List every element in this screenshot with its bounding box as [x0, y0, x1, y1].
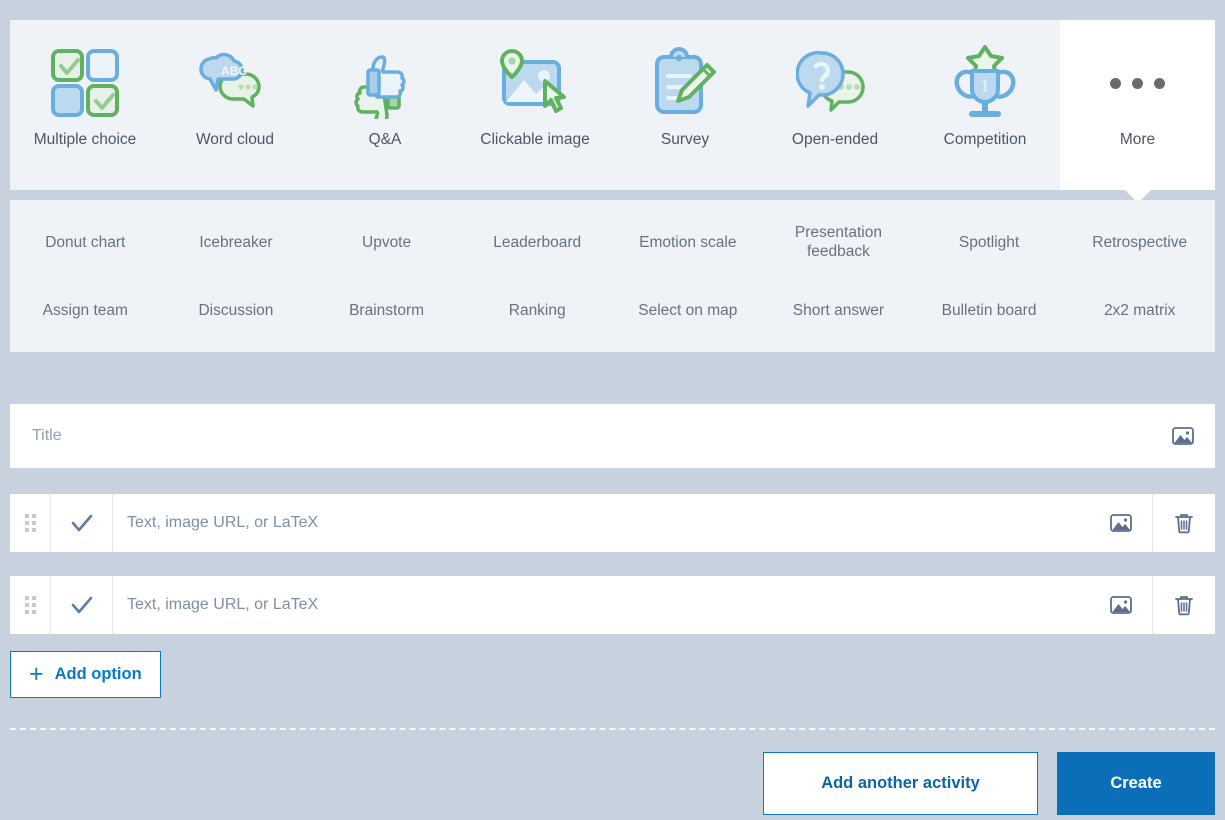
- activity-type-label: Clickable image: [480, 131, 590, 148]
- clickable-image-icon: [485, 42, 585, 124]
- option-delete-button[interactable]: [1152, 576, 1215, 634]
- svg-text:1: 1: [980, 76, 990, 97]
- activity-type-label: Q&A: [368, 131, 402, 148]
- footer-actions: Add another activity Create: [763, 752, 1215, 815]
- option-image-button[interactable]: [1089, 494, 1152, 552]
- more-item-emotion-scale[interactable]: Emotion scale: [613, 208, 764, 276]
- image-icon: [1172, 427, 1194, 445]
- more-item-bulletin-board[interactable]: Bulletin board: [914, 276, 1065, 344]
- more-item-presentation-feedback[interactable]: Presentation feedback: [763, 208, 914, 276]
- more-item-leaderboard[interactable]: Leaderboard: [462, 208, 613, 276]
- activity-type-word-cloud[interactable]: ABC Word cloud: [160, 20, 310, 190]
- activity-type-strip: Multiple choice ABC Word cloud Q&A Click…: [10, 20, 1215, 203]
- option-correct-toggle[interactable]: [51, 494, 113, 552]
- more-dots-icon: [1088, 42, 1188, 124]
- activity-type-more[interactable]: More: [1060, 20, 1215, 203]
- image-icon: [1109, 514, 1132, 532]
- add-option-label: Add option: [54, 665, 142, 683]
- more-item-discussion[interactable]: Discussion: [161, 276, 312, 344]
- more-item-brainstorm[interactable]: Brainstorm: [311, 276, 462, 344]
- activity-type-competition[interactable]: 1 Competition: [910, 20, 1060, 190]
- more-item-assign-team[interactable]: Assign team: [10, 276, 161, 344]
- add-another-activity-button[interactable]: Add another activity: [763, 752, 1038, 815]
- option-delete-button[interactable]: [1152, 494, 1215, 552]
- activity-type-label: Survey: [660, 131, 710, 148]
- qa-thumbs-icon: [335, 42, 435, 124]
- more-row-2: Assign team Discussion Brainstorm Rankin…: [10, 276, 1215, 344]
- check-icon: [71, 514, 92, 532]
- image-icon: [1109, 596, 1132, 614]
- activity-type-label: Open-ended: [791, 131, 879, 148]
- section-divider: [10, 728, 1215, 730]
- activity-type-qa[interactable]: Q&A: [310, 20, 460, 190]
- word-cloud-icon: ABC: [185, 42, 285, 124]
- more-activity-panel: Donut chart Icebreaker Upvote Leaderboar…: [10, 200, 1215, 352]
- drag-handle[interactable]: [10, 494, 51, 552]
- trash-icon: [1175, 514, 1193, 534]
- more-item-icebreaker[interactable]: Icebreaker: [161, 208, 312, 276]
- drag-handle[interactable]: [10, 576, 51, 634]
- activity-type-label: Competition: [943, 131, 1027, 148]
- drag-handle-icon: [24, 596, 36, 614]
- option-text-input[interactable]: [113, 494, 1089, 552]
- more-item-short-answer[interactable]: Short answer: [763, 276, 914, 344]
- more-item-upvote[interactable]: Upvote: [311, 208, 462, 276]
- activity-type-multiple-choice[interactable]: Multiple choice: [10, 20, 160, 190]
- more-item-2x2-matrix[interactable]: 2x2 matrix: [1064, 276, 1215, 344]
- title-row: [10, 404, 1215, 468]
- survey-clipboard-icon: [635, 42, 735, 124]
- more-item-select-on-map[interactable]: Select on map: [613, 276, 764, 344]
- activity-type-open-ended[interactable]: Open-ended: [760, 20, 910, 190]
- option-image-button[interactable]: [1089, 576, 1152, 634]
- more-row-1: Donut chart Icebreaker Upvote Leaderboar…: [10, 208, 1215, 276]
- option-row: [10, 576, 1215, 634]
- more-item-donut-chart[interactable]: Donut chart: [10, 208, 161, 276]
- plus-icon: +: [29, 660, 44, 688]
- activity-type-label: Multiple choice: [33, 131, 137, 148]
- activity-type-label: More: [1119, 131, 1156, 148]
- activity-type-survey[interactable]: Survey: [610, 20, 760, 190]
- competition-trophy-icon: 1: [935, 42, 1035, 124]
- multiple-choice-icon: [35, 42, 135, 124]
- more-item-ranking[interactable]: Ranking: [462, 276, 613, 344]
- activity-type-label: Word cloud: [195, 131, 275, 148]
- drag-handle-icon: [24, 514, 36, 532]
- open-ended-icon: [785, 42, 885, 124]
- option-text-input[interactable]: [113, 576, 1089, 634]
- trash-icon: [1175, 596, 1193, 616]
- activity-type-clickable-image[interactable]: Clickable image: [460, 20, 610, 190]
- more-item-spotlight[interactable]: Spotlight: [914, 208, 1065, 276]
- title-input[interactable]: [10, 404, 1151, 468]
- option-row: [10, 494, 1215, 552]
- option-correct-toggle[interactable]: [51, 576, 113, 634]
- more-item-retrospective[interactable]: Retrospective: [1064, 208, 1215, 276]
- create-button[interactable]: Create: [1057, 752, 1215, 815]
- add-option-button[interactable]: + Add option: [10, 651, 161, 698]
- svg-text:ABC: ABC: [221, 64, 247, 78]
- title-image-button[interactable]: [1151, 404, 1215, 468]
- check-icon: [71, 596, 92, 614]
